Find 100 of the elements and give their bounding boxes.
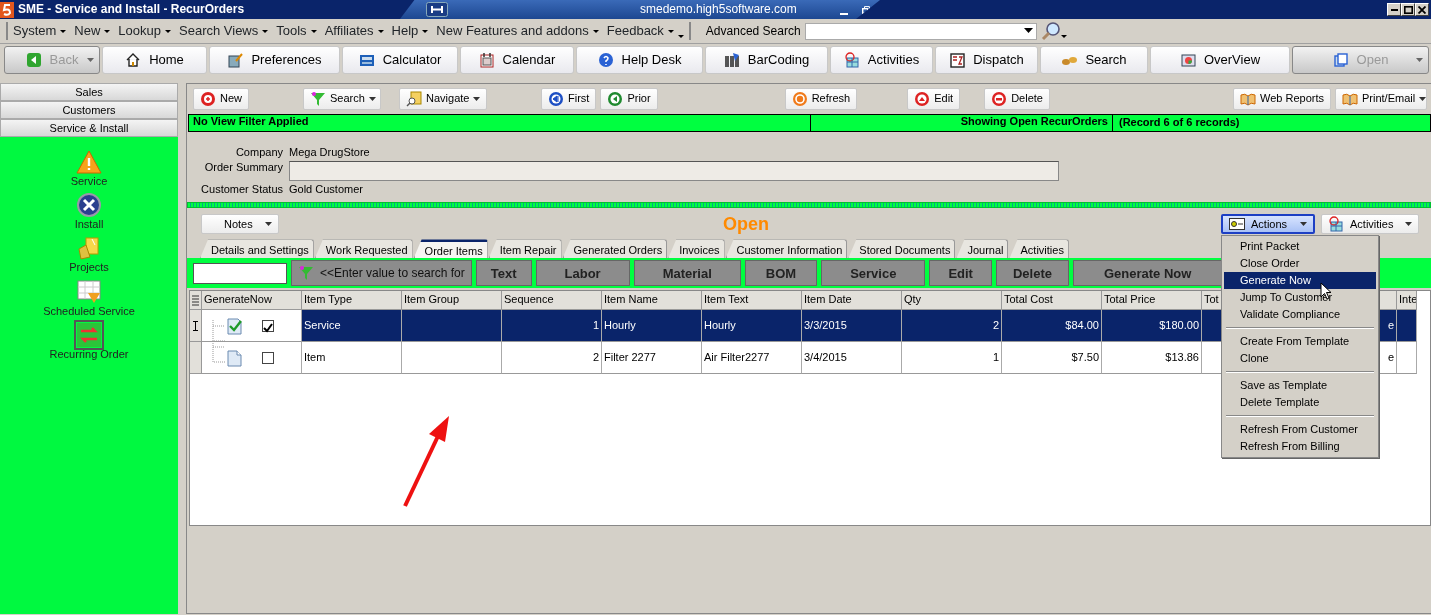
table-cell: $13.86 [1102, 342, 1202, 375]
menu-item[interactable]: Tools [272, 21, 321, 41]
actions-button[interactable]: Actions [1221, 214, 1315, 235]
tab[interactable]: Generated Orders [562, 239, 668, 259]
minimize-button[interactable] [1387, 3, 1401, 16]
sidebar-section[interactable]: Sales [0, 83, 178, 101]
toolbar-button[interactable]: Prior [600, 87, 658, 110]
field-label: Order Summary [203, 161, 283, 176]
column-header[interactable]: Item Date [802, 291, 902, 311]
menu-item[interactable]: Clone [1224, 350, 1376, 367]
checkbox[interactable] [262, 351, 274, 364]
dropdown-arrow-icon [377, 29, 384, 33]
toolbar-button[interactable]: Home [102, 46, 207, 74]
table-cell [1397, 310, 1417, 343]
tab[interactable]: Invoices [668, 239, 725, 259]
toolbar-button[interactable]: Navigate [399, 87, 487, 110]
menu-item[interactable]: Delete Template [1224, 394, 1376, 411]
toolbar-button[interactable]: Activities [830, 46, 933, 74]
toolbar-button[interactable]: Labor [535, 260, 630, 287]
toolbar-button[interactable]: Calculator [342, 46, 458, 74]
column-header[interactable]: Item Type [302, 291, 402, 311]
notes-button[interactable]: Notes [201, 214, 279, 235]
menu-item[interactable]: Save as Template [1224, 377, 1376, 394]
toolbar-button[interactable]: Help Desk [576, 46, 703, 74]
toolbar-button[interactable]: Text [475, 260, 532, 287]
toolbar-button[interactable]: Refresh [784, 87, 858, 110]
menu-item[interactable]: Refresh From Billing [1224, 438, 1376, 455]
dropdown-arrow-icon [165, 29, 171, 33]
menu-item[interactable]: Validate Compliance [1224, 306, 1376, 323]
toolbar-button[interactable]: Delete [995, 260, 1069, 287]
sidebar-section[interactable]: Customers [0, 101, 178, 119]
edit-icon [914, 90, 931, 107]
toolbar-button[interactable]: Print/Email [1335, 87, 1427, 110]
maximize-button[interactable] [1401, 3, 1415, 16]
sidebar-section[interactable]: Service & Install [0, 119, 178, 137]
toolbar-button[interactable]: Preferences [209, 46, 340, 74]
toolbar-button[interactable]: Material [633, 260, 741, 287]
toolbar-button[interactable]: Edit [907, 87, 961, 110]
toolbar-button[interactable]: OverView [1150, 46, 1290, 74]
menu-item[interactable]: Lookup [114, 21, 175, 41]
toolbar-button[interactable]: Delete [984, 87, 1050, 110]
tab[interactable]: Details and Settings [200, 239, 314, 259]
tab[interactable]: Item Repair [488, 239, 562, 259]
sidebar-item[interactable]: Recurring Order [49, 321, 129, 361]
toolbar-button[interactable]: First [541, 87, 597, 110]
menu-item[interactable]: Affiliates [320, 21, 388, 41]
tab[interactable]: Stored Documents [848, 239, 956, 259]
toolbar-button[interactable]: Dispatch [935, 46, 1038, 74]
sidebar-item[interactable]: Projects [69, 235, 109, 275]
menu-item[interactable]: System [9, 21, 71, 41]
menu-item[interactable]: Create From Template [1224, 333, 1376, 350]
menu-item[interactable]: Search Views [175, 21, 273, 41]
toolbar-button[interactable]: Edit [929, 260, 992, 287]
tab[interactable]: Customer Information [725, 239, 848, 259]
column-header[interactable]: Item Name [602, 291, 702, 311]
toolbar-button[interactable]: BarCoding [705, 46, 828, 74]
text-field[interactable] [289, 161, 1059, 182]
toolbar-button[interactable]: Service [821, 260, 926, 287]
menu-item[interactable]: Help [387, 21, 433, 41]
table-cell: Hourly [602, 310, 702, 343]
tab[interactable]: Activities [1009, 239, 1069, 259]
toolbar-button[interactable]: Search [303, 87, 381, 110]
menu-item[interactable]: Jump To Customer [1224, 289, 1376, 306]
menu-item[interactable]: Feedback [602, 21, 678, 41]
column-header[interactable]: Qty [902, 291, 1002, 311]
close-button[interactable] [1415, 3, 1429, 16]
tab[interactable]: Work Requested [314, 239, 413, 259]
toolbar-button[interactable]: Web Reports [1233, 87, 1331, 110]
column-header[interactable]: Total Cost [1002, 291, 1102, 311]
toolbar-button[interactable]: Calendar [460, 46, 574, 74]
window-icon [1229, 218, 1245, 231]
toolbar-button[interactable]: BOM [744, 260, 818, 287]
table-cell: Item [302, 342, 402, 375]
tab[interactable]: Journal [956, 239, 1009, 259]
column-header[interactable]: Inte [1397, 291, 1417, 311]
menu-item[interactable]: Print Packet [1224, 238, 1376, 255]
column-header[interactable]: Item Group [402, 291, 502, 311]
delete-icon [991, 90, 1008, 107]
sidebar-item[interactable]: Scheduled Service [43, 278, 135, 318]
toolbar-button[interactable]: Search [1040, 46, 1148, 74]
search-field[interactable] [804, 22, 1037, 40]
tab[interactable]: Order Items [413, 239, 488, 259]
menu-item[interactable]: Refresh From Customer [1224, 421, 1376, 438]
activities-button[interactable]: Activities [1321, 214, 1419, 235]
column-header[interactable]: Total Price [1102, 291, 1202, 311]
menu-item[interactable]: Close Order [1224, 255, 1376, 272]
search-field[interactable] [193, 262, 287, 284]
sidebar-item[interactable]: Install [74, 192, 104, 232]
toolbar-button[interactable]: Generate Now [1073, 260, 1223, 287]
menu-item[interactable]: Generate Now [1224, 272, 1376, 289]
column-header[interactable]: Sequence [502, 291, 602, 311]
sidebar-item[interactable]: Service [70, 149, 108, 189]
menu-item[interactable]: New [70, 21, 115, 41]
row-header[interactable] [190, 310, 202, 343]
menu-item[interactable]: New Features and addons [432, 21, 603, 41]
toolbar-button[interactable]: New [193, 87, 249, 110]
search-button[interactable]: <<Enter value to search for [291, 260, 472, 287]
column-header[interactable]: GenerateNow [202, 291, 302, 311]
column-header[interactable]: Item Text [702, 291, 802, 311]
checkbox[interactable] [262, 319, 274, 332]
